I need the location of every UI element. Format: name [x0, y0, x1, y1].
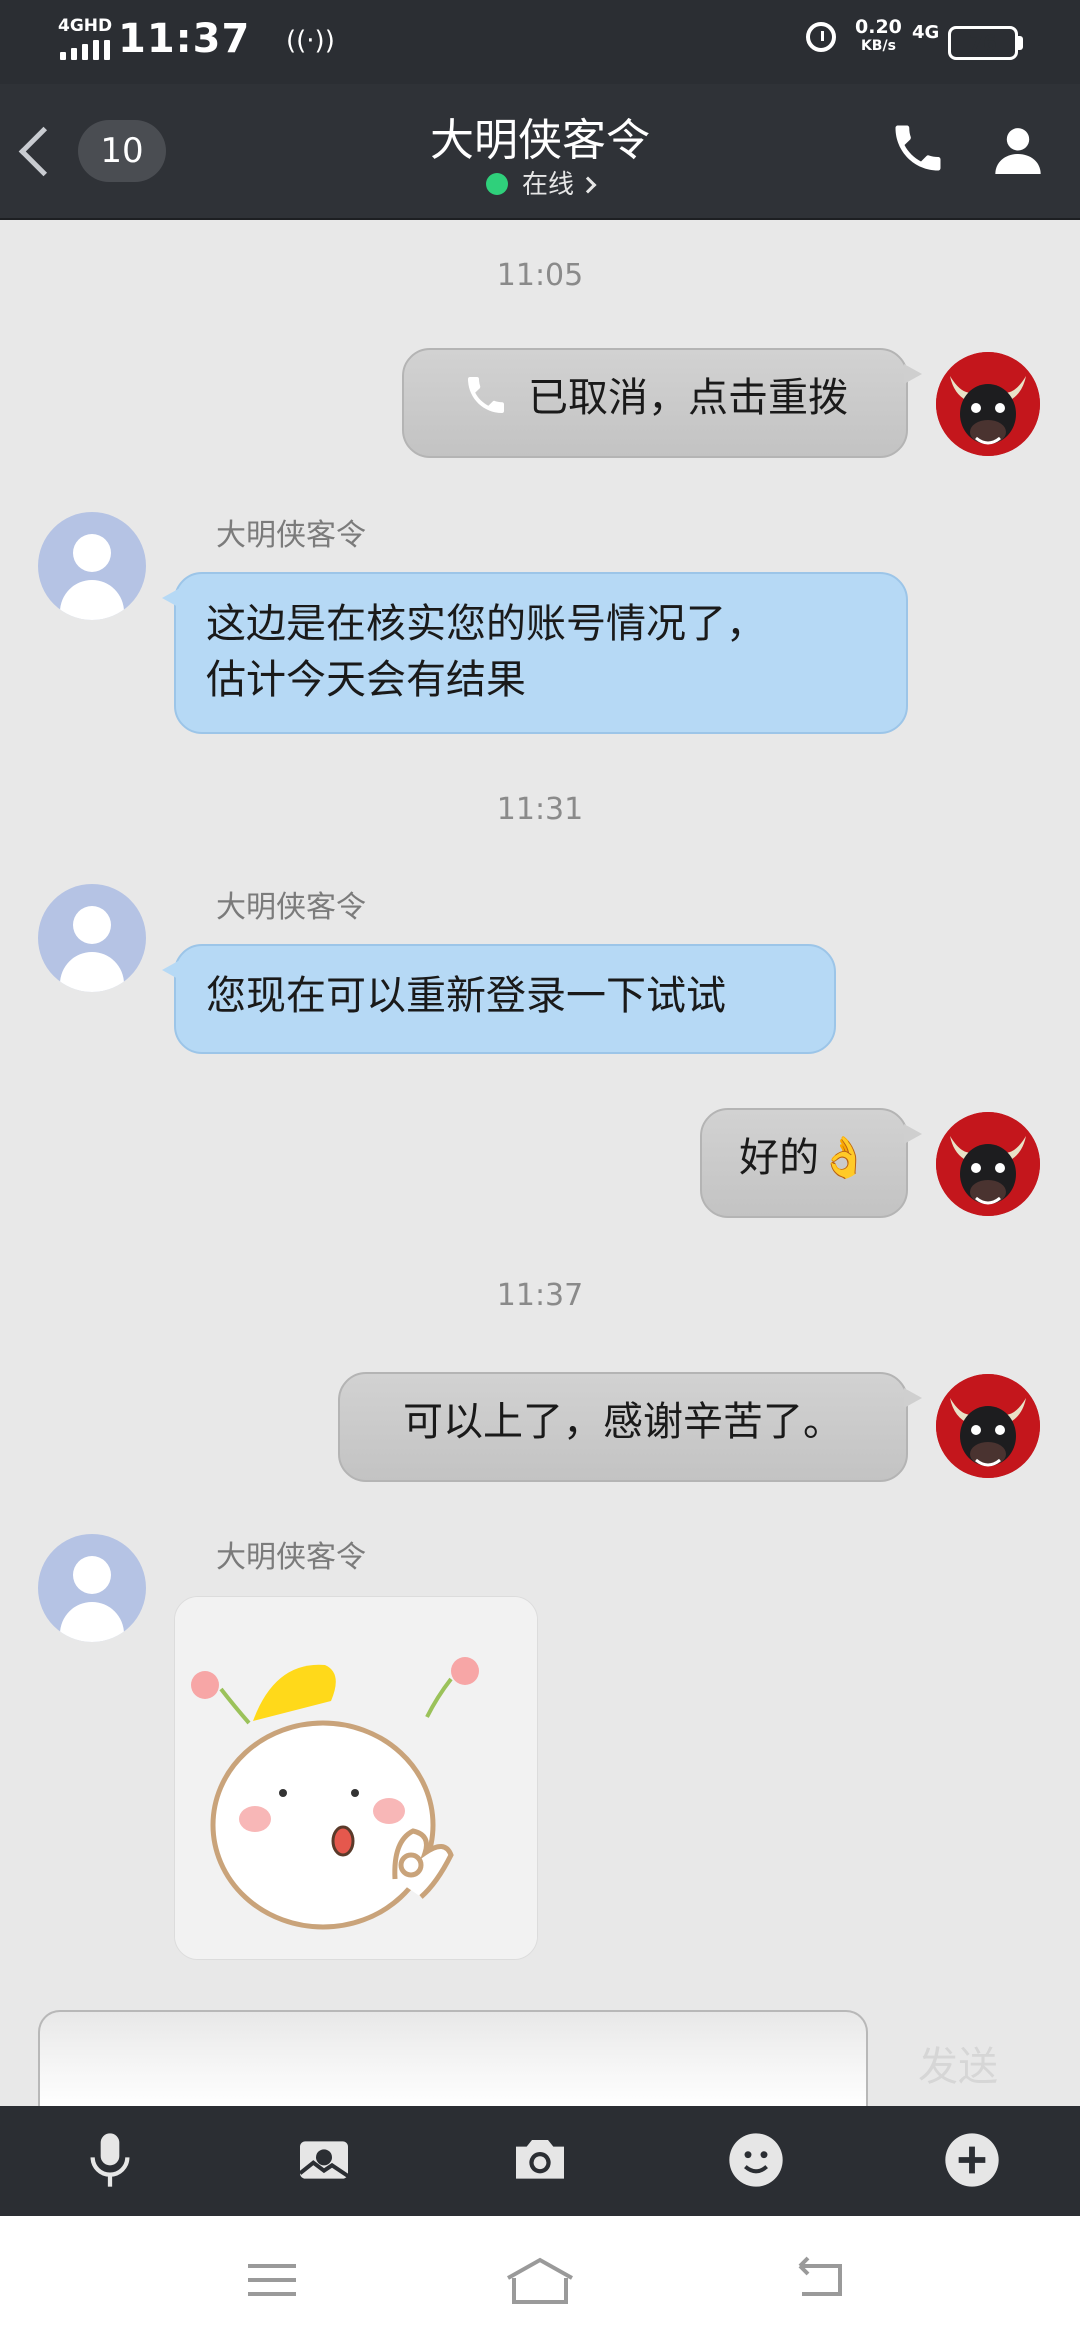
contact-avatar[interactable] — [38, 512, 146, 620]
message-text-line: 估计今天会有结果 — [206, 657, 526, 703]
person-icon — [995, 128, 1041, 174]
avatar-body-shape — [60, 952, 124, 992]
timestamp: 11:31 — [496, 792, 584, 827]
message-bubble-outgoing[interactable]: 好的👌 — [700, 1108, 922, 1218]
plus-icon — [945, 2133, 999, 2187]
chevron-right-icon — [579, 176, 597, 194]
home-icon — [507, 2257, 573, 2304]
message-text: 可以上了，感谢辛苦了。 — [403, 1399, 843, 1445]
return-icon — [798, 2256, 842, 2296]
bull-avatar-image — [936, 352, 1040, 456]
phone-icon — [895, 125, 941, 171]
photo-button[interactable] — [292, 2128, 356, 2192]
contact-avatar[interactable] — [38, 884, 146, 992]
message-bubble-outgoing[interactable]: 可以上了，感谢辛苦了。 — [338, 1372, 922, 1482]
my-avatar[interactable] — [936, 1374, 1040, 1478]
my-avatar[interactable] — [936, 1112, 1040, 1216]
bull-avatar-image — [936, 1374, 1040, 1478]
send-button[interactable]: 发送 — [918, 2034, 998, 2092]
speed-value: 0.20 — [855, 16, 902, 38]
network-type: 4GHD — [58, 16, 113, 36]
battery-cap — [1018, 36, 1023, 50]
microphone-icon — [90, 2133, 130, 2187]
message-input[interactable] — [38, 2010, 868, 2106]
ok-gesture-sticker-image — [175, 1597, 537, 1959]
message-text-line: 这边是在核实您的账号情况了， — [206, 601, 766, 647]
presence-label: 在线 — [521, 170, 574, 200]
system-nav-bar — [0, 2216, 1080, 2340]
avatar-body-shape — [60, 580, 124, 620]
voice-button[interactable] — [78, 2128, 142, 2192]
composer: 发送 — [0, 2004, 1080, 2106]
menu-icon — [248, 2264, 296, 2296]
chat-header: 10 大明侠客令 在线 — [0, 84, 1080, 220]
message-text: 您现在可以重新登录一下试试 — [206, 973, 726, 1019]
more-button[interactable] — [940, 2128, 1004, 2192]
message-text: 已取消，点击重拨 — [528, 375, 848, 421]
network-speed: 0.20 KB/s — [855, 18, 902, 56]
network-type-right: 4G — [912, 22, 940, 43]
message-bubble-incoming[interactable]: 您现在可以重新登录一下试试 — [162, 944, 836, 1054]
emoji-button[interactable] — [724, 2128, 788, 2192]
emoji-icon — [729, 2133, 783, 2187]
phone-call-button[interactable] — [888, 118, 948, 178]
alarm-icon — [806, 22, 836, 52]
timestamp: 11:37 — [496, 1278, 584, 1313]
signal-icon — [60, 40, 110, 60]
status-bar: 4GHD 11:37 ((·)) 0.20 KB/s 4G 76 — [0, 0, 1080, 84]
sticker-message[interactable] — [174, 1596, 538, 1960]
camera-icon — [516, 2140, 564, 2179]
sender-name: 大明侠客令 — [216, 890, 366, 925]
message-text: 好的👌 — [739, 1135, 869, 1181]
speed-unit: KB/s — [860, 38, 896, 54]
photo-icon — [298, 2141, 350, 2179]
battery-level: 76 — [969, 31, 997, 55]
home-button[interactable] — [504, 2254, 576, 2306]
avatar-head-shape — [73, 534, 111, 572]
message-bubble-outgoing[interactable]: 已取消，点击重拨 — [402, 348, 922, 458]
avatar-head-shape — [73, 1556, 111, 1594]
chat-toolbar — [0, 2106, 1080, 2216]
timestamp: 11:05 — [496, 258, 584, 293]
message-bubble-incoming[interactable]: 这边是在核实您的账号情况了， 估计今天会有结果 — [162, 572, 908, 734]
sender-name: 大明侠客令 — [216, 518, 366, 553]
contact-profile-button[interactable] — [986, 118, 1050, 182]
menu-button[interactable] — [242, 2254, 302, 2306]
status-time: 11:37 — [118, 16, 251, 62]
my-avatar[interactable] — [936, 352, 1040, 456]
camera-button[interactable] — [508, 2128, 572, 2192]
online-dot-icon — [485, 173, 508, 195]
phone-icon — [468, 377, 504, 413]
back-nav-button[interactable] — [790, 2254, 850, 2306]
contact-avatar[interactable] — [38, 1534, 146, 1642]
battery-icon: 76 — [948, 26, 1018, 60]
avatar-body-shape — [60, 1602, 124, 1642]
avatar-head-shape — [73, 906, 111, 944]
sender-name: 大明侠客令 — [216, 1540, 366, 1575]
bull-avatar-image — [936, 1112, 1040, 1216]
hotspot-icon: ((·)) — [286, 26, 335, 56]
